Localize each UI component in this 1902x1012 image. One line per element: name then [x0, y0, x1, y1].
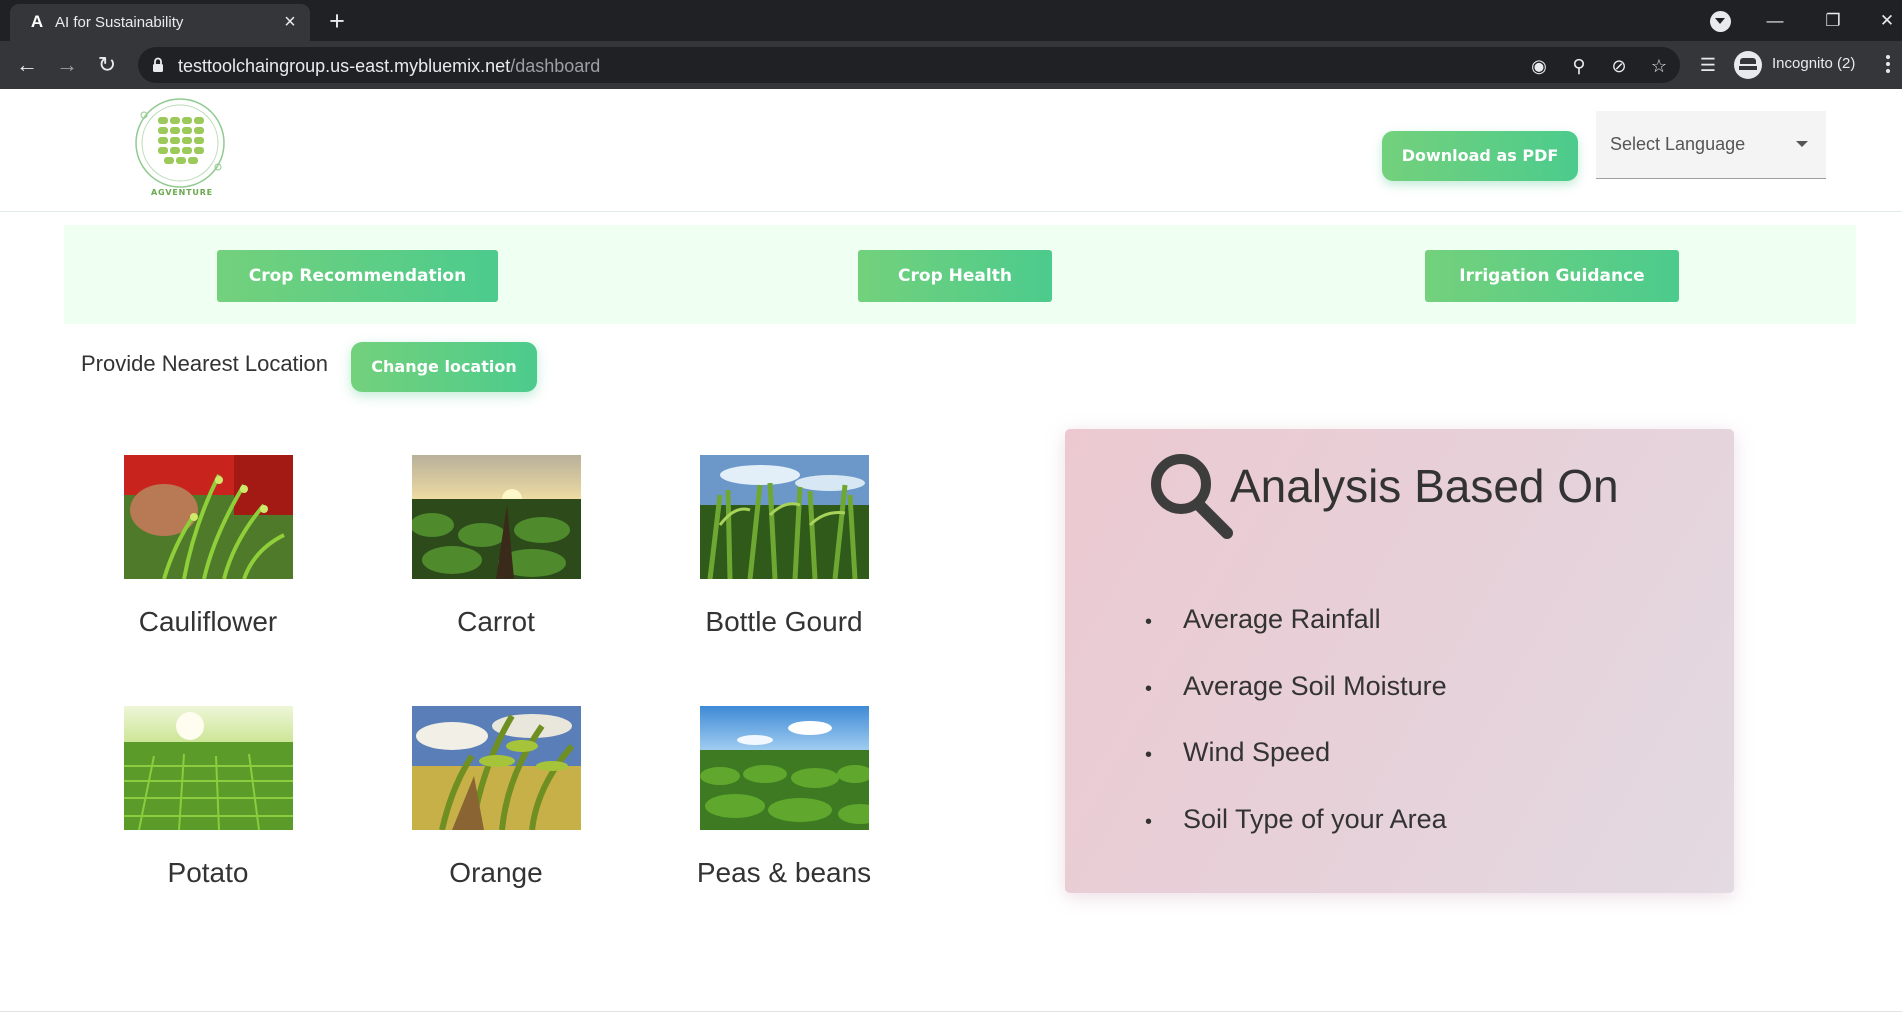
browser-tab-strip: A AI for Sustainability × + — ❐ ✕ — [0, 0, 1902, 41]
crop-name-orange: Orange — [449, 857, 543, 888]
forward-icon[interactable]: → — [52, 50, 82, 80]
reading-list-icon[interactable]: ☰ — [1696, 53, 1720, 77]
language-select-value: Select Language — [1610, 134, 1746, 154]
back-icon[interactable]: ← — [12, 50, 42, 80]
crop-name-potato: Potato — [167, 857, 249, 888]
crop-name-cauliflower: Cauliflower — [138, 606, 278, 637]
address-bar[interactable]: testtoolchaingroup.us-east.mybluemix.net… — [138, 47, 1680, 83]
download-pdf-button[interactable]: Download as PDF — [1382, 131, 1578, 181]
analysis-factor: • Soil Type of your Area — [1145, 804, 1447, 834]
crop-name-carrot: Carrot — [457, 606, 535, 637]
close-icon[interactable]: ✕ — [1872, 6, 1902, 36]
tab-title: AI for Sustainability — [55, 14, 184, 31]
feature-nav: Crop Recommendation Crop Health Irrigati… — [64, 225, 1856, 324]
browser-tab[interactable]: A AI for Sustainability × — [10, 4, 310, 41]
tab-search-icon[interactable] — [1710, 11, 1731, 32]
analysis-factor: • Wind Speed — [1145, 737, 1331, 767]
analysis-card: Analysis Based On • Average Rainfall • Ave… — [1065, 429, 1734, 893]
eye-off-icon[interactable]: ⊘ — [1608, 55, 1630, 77]
analysis-title: Analysis Based On — [1230, 460, 1619, 512]
new-tab-button[interactable]: + — [323, 7, 351, 35]
incognito-label: Incognito (2) — [1772, 55, 1856, 72]
chevron-down-icon — [1796, 141, 1808, 147]
search-icon — [1151, 454, 1233, 539]
crop-image-potato[interactable] — [124, 706, 293, 830]
crop-image-carrot[interactable] — [412, 455, 581, 579]
crop-name-peas-beans: Peas & beans — [696, 857, 872, 888]
tab-favicon-icon: A — [30, 12, 44, 31]
zoom-icon[interactable]: ⚲ — [1568, 55, 1590, 77]
browser-toolbar: ← → ↻ testtoolchaingroup.us-east.mybluem… — [0, 41, 1902, 89]
restore-icon[interactable]: ❐ — [1818, 6, 1848, 36]
tab-crop-health[interactable]: Crop Health — [858, 250, 1052, 302]
page-content: AGVENTURE Download as PDF Select Languag… — [0, 89, 1902, 1012]
analysis-factor: • Average Soil Moisture — [1145, 671, 1447, 701]
tab-irrigation-guidance[interactable]: Irrigation Guidance — [1425, 250, 1679, 302]
reload-icon[interactable]: ↻ — [92, 50, 122, 80]
star-icon[interactable]: ☆ — [1648, 55, 1670, 77]
minimize-icon[interactable]: — — [1760, 6, 1790, 36]
crop-image-bottle-gourd[interactable] — [700, 455, 869, 579]
incognito-profile-button[interactable]: Incognito (2) — [1734, 49, 1866, 81]
blocked-icon[interactable]: ◉ — [1528, 55, 1550, 77]
kebab-icon[interactable] — [1885, 53, 1891, 77]
incognito-icon — [1734, 51, 1762, 79]
analysis-factor: • Average Rainfall — [1145, 604, 1381, 634]
crop-image-cauliflower[interactable] — [124, 455, 293, 579]
tab-crop-recommendation[interactable]: Crop Recommendation — [217, 250, 498, 302]
crop-name-bottle-gourd: Bottle Gourd — [705, 606, 863, 637]
url-text: testtoolchaingroup.us-east.mybluemix.net… — [178, 56, 601, 76]
language-select[interactable]: Select Language — [1596, 111, 1826, 179]
crop-image-peas-beans[interactable] — [700, 706, 869, 830]
location-label: Provide Nearest Location — [81, 351, 329, 376]
app-header: AGVENTURE Download as PDF Select Languag… — [0, 89, 1902, 212]
agventure-logo: AGVENTURE — [135, 98, 225, 197]
tab-close-icon[interactable]: × — [280, 12, 300, 32]
change-location-button[interactable]: Change location — [351, 342, 537, 392]
svg-text:AGVENTURE: AGVENTURE — [151, 188, 213, 197]
lock-icon — [153, 57, 163, 72]
crop-image-orange[interactable] — [412, 706, 581, 830]
